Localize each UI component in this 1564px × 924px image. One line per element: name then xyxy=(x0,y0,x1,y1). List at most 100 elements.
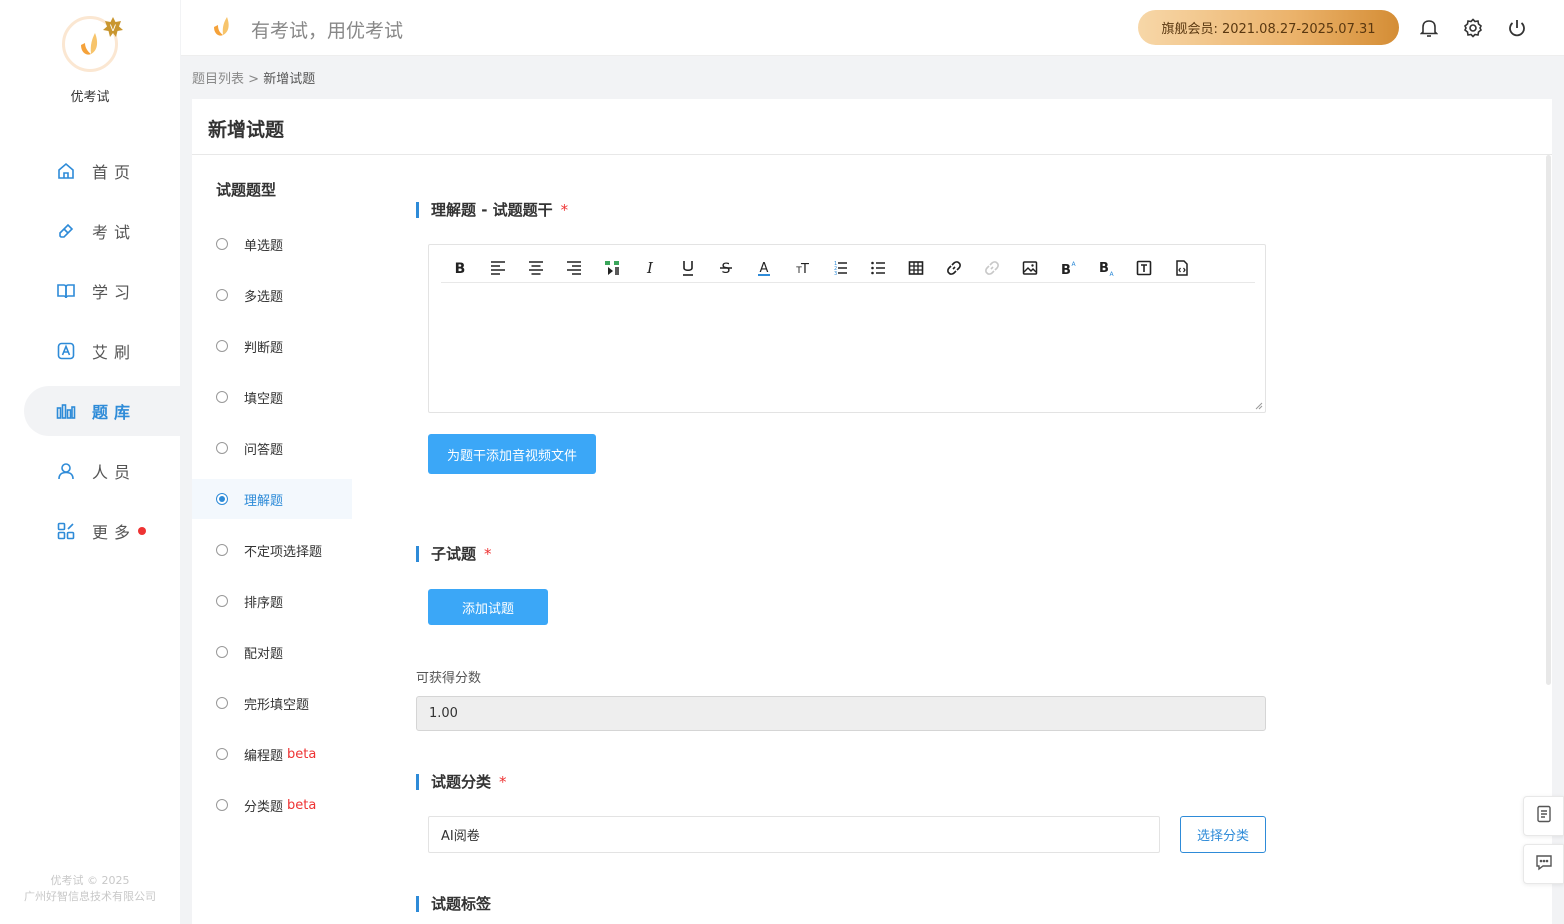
strikethrough-icon[interactable]: S xyxy=(707,256,745,280)
footer-company: 广州好智信息技术有限公司 xyxy=(24,890,156,903)
underline-icon[interactable] xyxy=(669,256,707,280)
bell-icon[interactable] xyxy=(1417,16,1441,40)
stem-section-title: 理解题 - 试题题干 * xyxy=(416,202,568,218)
breadcrumb: 题目列表 > 新增试题 xyxy=(192,68,315,87)
breadcrumb-parent[interactable]: 题目列表 xyxy=(192,72,244,87)
radio-button[interactable] xyxy=(216,442,228,454)
subscript-icon[interactable]: BA xyxy=(1087,256,1125,280)
question-type-4[interactable]: 问答题 xyxy=(192,428,352,468)
sub-questions-title: 子试题 * xyxy=(416,546,492,562)
textbox-icon[interactable] xyxy=(1125,256,1163,280)
format-painter-icon[interactable] xyxy=(593,256,631,280)
chat-float-button[interactable] xyxy=(1523,844,1564,884)
question-type-label: 编程题 xyxy=(244,748,284,764)
unlink-icon[interactable] xyxy=(973,256,1011,280)
superscript-icon[interactable]: BA xyxy=(1049,256,1087,280)
category-input[interactable]: AI阅卷 xyxy=(428,816,1160,853)
question-type-11[interactable]: 分类题 beta xyxy=(192,785,352,825)
brand-logo-icon xyxy=(211,14,235,44)
svg-text:B: B xyxy=(1061,263,1071,277)
sidebar-item-more[interactable]: 更多 xyxy=(24,506,180,556)
divider xyxy=(192,154,1552,155)
svg-text:A: A xyxy=(1071,261,1076,268)
ordered-list-icon[interactable]: 123 xyxy=(821,256,859,280)
sidebar-item-question-bank[interactable]: 题库 xyxy=(24,386,180,436)
question-type-9[interactable]: 完形填空题 xyxy=(192,683,352,723)
question-type-10[interactable]: 编程题 beta xyxy=(192,734,352,774)
align-right-icon[interactable] xyxy=(555,256,593,280)
image-icon[interactable] xyxy=(1011,256,1049,280)
bold-icon[interactable]: B xyxy=(441,256,479,280)
power-icon[interactable] xyxy=(1505,16,1529,40)
svg-text:T: T xyxy=(800,262,809,277)
question-type-label: 填空题 xyxy=(244,391,284,407)
italic-icon[interactable]: I xyxy=(631,256,669,280)
question-type-0[interactable]: 单选题 xyxy=(192,224,352,264)
tags-title: 试题标签 xyxy=(416,896,491,912)
question-type-label: 理解题 xyxy=(244,493,284,509)
question-type-2[interactable]: 判断题 xyxy=(192,326,352,366)
svg-text:B: B xyxy=(1099,261,1109,276)
question-types-title: 试题题型 xyxy=(216,181,277,199)
footer-copyright: 优考试 © 2025 xyxy=(50,874,130,887)
svg-text:A: A xyxy=(760,261,769,276)
radio-button[interactable] xyxy=(216,340,228,352)
gear-icon[interactable] xyxy=(1461,16,1485,40)
question-type-label: 不定项选择题 xyxy=(244,544,323,560)
question-type-label: 判断题 xyxy=(244,340,284,356)
font-size-icon[interactable]: TT xyxy=(783,256,821,280)
sidebar-item-people[interactable]: 人员 xyxy=(24,446,180,496)
question-type-7[interactable]: 排序题 xyxy=(192,581,352,621)
rich-text-editor[interactable]: BISATT123BABA xyxy=(428,244,1266,413)
beta-tag: beta xyxy=(287,746,317,762)
radio-button[interactable] xyxy=(216,595,228,607)
unordered-list-icon[interactable] xyxy=(859,256,897,280)
notes-float-button[interactable] xyxy=(1523,796,1564,836)
radio-button[interactable] xyxy=(216,289,228,301)
sidebar-item-label: 人员 xyxy=(92,463,137,482)
svg-text:S: S xyxy=(722,261,731,277)
link-icon[interactable] xyxy=(935,256,973,280)
svg-text:3: 3 xyxy=(834,271,837,277)
question-type-6[interactable]: 不定项选择题 xyxy=(192,530,352,570)
question-type-label: 单选题 xyxy=(244,238,284,254)
apps-icon xyxy=(56,521,76,541)
add-sub-question-button[interactable]: 添加试题 xyxy=(428,589,548,625)
radio-button[interactable] xyxy=(216,646,228,658)
sub-questions-title-text: 子试题 xyxy=(431,545,477,563)
scrollbar[interactable] xyxy=(1546,155,1551,685)
align-center-icon[interactable] xyxy=(517,256,555,280)
category-title-text: 试题分类 xyxy=(431,773,492,791)
sidebar-item-exam[interactable]: 考试 xyxy=(24,206,180,256)
radio-button[interactable] xyxy=(216,391,228,403)
a-badge-icon xyxy=(56,341,76,361)
add-media-button[interactable]: 为题干添加音视频文件 xyxy=(428,434,596,474)
radio-button[interactable] xyxy=(216,697,228,709)
question-type-8[interactable]: 配对题 xyxy=(192,632,352,672)
html-source-icon[interactable] xyxy=(1163,256,1201,280)
font-color-icon[interactable]: A xyxy=(745,256,783,280)
editor-toolbar: BISATT123BABA xyxy=(441,253,1255,283)
required-mark: * xyxy=(560,201,569,219)
question-type-label: 配对题 xyxy=(244,646,284,662)
question-type-1[interactable]: 多选题 xyxy=(192,275,352,315)
sidebar-item-study[interactable]: 学习 xyxy=(24,266,180,316)
sidebar-item-home[interactable]: 首页 xyxy=(24,146,180,196)
question-type-3[interactable]: 填空题 xyxy=(192,377,352,417)
radio-button[interactable] xyxy=(216,544,228,556)
radio-button[interactable] xyxy=(216,238,228,250)
radio-button[interactable] xyxy=(216,493,228,505)
eraser-icon xyxy=(56,221,76,241)
question-type-label: 分类题 xyxy=(244,799,284,815)
membership-badge[interactable]: 旗舰会员: 2021.08.27-2025.07.31 xyxy=(1138,10,1399,45)
radio-button[interactable] xyxy=(216,748,228,760)
radio-button[interactable] xyxy=(216,799,228,811)
select-category-button[interactable]: 选择分类 xyxy=(1180,816,1266,853)
align-left-icon[interactable] xyxy=(479,256,517,280)
sidebar-item-aishua[interactable]: 艾刷 xyxy=(24,326,180,376)
document-icon xyxy=(1536,805,1552,827)
table-icon[interactable] xyxy=(897,256,935,280)
question-type-5[interactable]: 理解题 xyxy=(192,479,352,519)
resize-handle-icon[interactable] xyxy=(1255,402,1263,410)
chat-icon xyxy=(1535,853,1553,875)
